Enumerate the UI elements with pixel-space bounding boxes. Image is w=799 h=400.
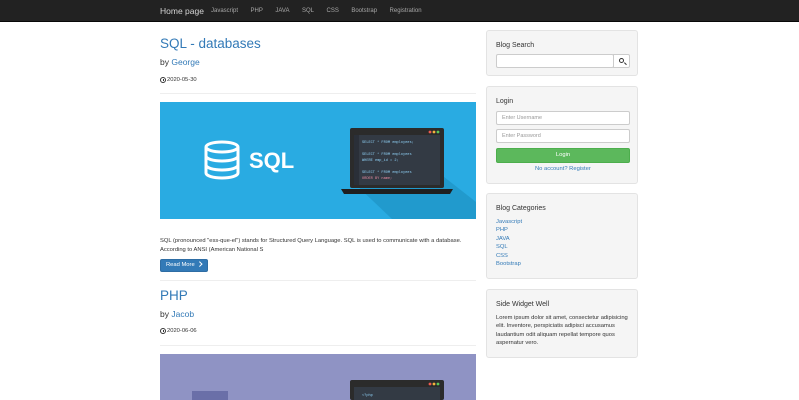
svg-text:<?php: <?php	[362, 393, 373, 398]
register-link[interactable]: No account? Register	[535, 166, 591, 172]
login-well: Login Enter Username Enter Password Logi…	[486, 86, 638, 184]
search-button[interactable]	[613, 54, 630, 68]
nav-links: Javascript PHP JAVA SQL CSS Bootstrap Re…	[211, 0, 434, 22]
side-widget-well: Side Widget Well Lorem ipsum dolor sit a…	[486, 289, 638, 358]
divider	[160, 345, 476, 346]
divider	[160, 93, 476, 94]
post-date-text: 2020-05-30	[167, 77, 197, 83]
post-excerpt: SQL (pronounced "ess-que-el") stands for…	[160, 238, 462, 253]
author-prefix: by	[160, 309, 169, 319]
divider	[160, 280, 476, 281]
search-input[interactable]	[496, 54, 614, 68]
php-banner-illustration: <?php	[192, 380, 444, 400]
nav-brand-home[interactable]: Home page	[160, 0, 204, 22]
post-date: 2020-06-06	[160, 328, 197, 334]
category-javascript[interactable]: Javascript	[496, 218, 522, 226]
post-title[interactable]: SQL - databases	[160, 36, 261, 51]
chevron-right-icon	[196, 261, 202, 267]
read-more-label: Read More	[166, 262, 195, 268]
post-author: by George	[160, 57, 200, 67]
post-title[interactable]: PHP	[160, 288, 188, 303]
database-icon	[204, 140, 240, 180]
svg-text:ORDER BY name;: ORDER BY name;	[362, 177, 392, 181]
nav-link-bootstrap[interactable]: Bootstrap	[351, 0, 377, 22]
categories-title: Blog Categories	[496, 205, 546, 212]
nav-link-registration[interactable]: Registration	[390, 0, 422, 22]
side-widget-title: Side Widget Well	[496, 301, 550, 308]
post-image-php: <?php	[160, 354, 476, 400]
svg-text:SELECT * FROM employees;: SELECT * FROM employees;	[362, 140, 414, 145]
svg-text:WHERE emp_id = 2;: WHERE emp_id = 2;	[362, 158, 399, 163]
sql-banner-text: SQL	[249, 148, 294, 173]
svg-text:SELECT * FROM employees: SELECT * FROM employees	[362, 170, 412, 175]
read-more-button[interactable]: Read More	[160, 259, 208, 272]
clock-icon	[160, 328, 166, 334]
post-author: by Jacob	[160, 309, 194, 319]
post-image-sql: SQL SELECT * FROM employees; SELECT * FR…	[160, 102, 476, 219]
blog-search-well: Blog Search	[486, 30, 638, 76]
nav-link-php[interactable]: PHP	[251, 0, 263, 22]
clock-icon	[160, 77, 166, 83]
category-css[interactable]: CSS	[496, 252, 522, 260]
nav-link-sql[interactable]: SQL	[302, 0, 314, 22]
search-icon	[619, 58, 624, 63]
category-java[interactable]: JAVA	[496, 235, 522, 243]
nav-link-css[interactable]: CSS	[327, 0, 339, 22]
post-date: 2020-05-30	[160, 77, 197, 83]
nav-link-java[interactable]: JAVA	[275, 0, 289, 22]
author-prefix: by	[160, 57, 169, 67]
blog-categories-well: Blog Categories Javascript PHP JAVA SQL …	[486, 193, 638, 279]
category-sql[interactable]: SQL	[496, 243, 522, 251]
side-widget-text: Lorem ipsum dolor sit amet, consectetur …	[496, 315, 628, 347]
top-navbar: Home page Javascript PHP JAVA SQL CSS Bo…	[0, 0, 799, 22]
blog-search-title: Blog Search	[496, 42, 535, 49]
password-input[interactable]: Enter Password	[496, 129, 630, 143]
sql-banner-illustration: SQL SELECT * FROM employees; SELECT * FR…	[204, 128, 476, 219]
login-button[interactable]: Login	[496, 148, 630, 163]
category-php[interactable]: PHP	[496, 226, 522, 234]
login-title: Login	[496, 98, 514, 105]
nav-link-javascript[interactable]: Javascript	[211, 0, 238, 22]
category-list: Javascript PHP JAVA SQL CSS Bootstrap	[496, 218, 522, 268]
post-date-text: 2020-06-06	[167, 328, 197, 334]
username-input[interactable]: Enter Username	[496, 111, 630, 125]
svg-text:SELECT * FROM employees: SELECT * FROM employees	[362, 152, 412, 157]
category-bootstrap[interactable]: Bootstrap	[496, 260, 522, 268]
author-link[interactable]: Jacob	[171, 309, 194, 319]
author-link[interactable]: George	[171, 57, 199, 67]
